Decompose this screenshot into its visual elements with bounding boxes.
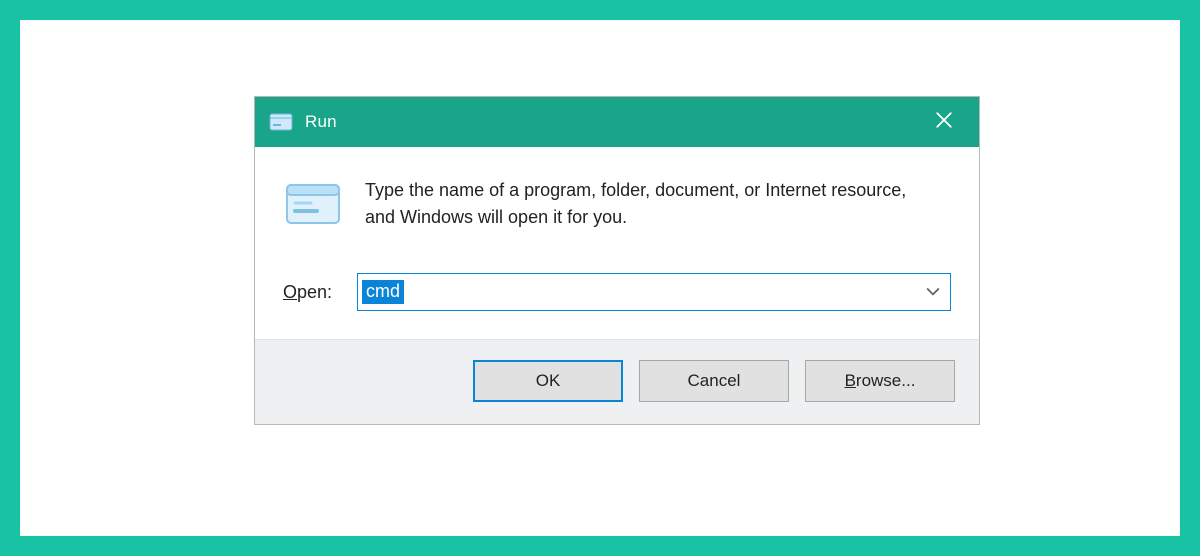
open-combobox[interactable]: cmd (357, 273, 951, 311)
run-icon (269, 111, 293, 133)
run-dialog: Run (254, 96, 980, 425)
window-title: Run (305, 112, 337, 132)
content-panel: Run (20, 20, 1180, 536)
cancel-button-label: Cancel (688, 371, 741, 391)
cancel-button[interactable]: Cancel (639, 360, 789, 402)
message-row: Type the name of a program, folder, docu… (283, 177, 951, 231)
open-input-value[interactable]: cmd (362, 280, 404, 305)
browse-button[interactable]: Browse... (805, 360, 955, 402)
combobox-dropdown-button[interactable] (916, 274, 950, 310)
close-icon (935, 111, 953, 133)
outer-frame: Run (0, 0, 1200, 556)
ok-button[interactable]: OK (473, 360, 623, 402)
dialog-description: Type the name of a program, folder, docu… (365, 177, 925, 231)
browse-button-label: Browse... (845, 371, 916, 391)
ok-button-label: OK (536, 371, 561, 391)
open-row: Open: cmd (283, 273, 951, 311)
close-button[interactable] (909, 97, 979, 147)
run-program-icon (283, 177, 343, 231)
button-bar: OK Cancel Browse... (255, 339, 979, 424)
dialog-body: Type the name of a program, folder, docu… (255, 147, 979, 339)
open-label: Open: (283, 282, 339, 303)
titlebar[interactable]: Run (255, 97, 979, 147)
chevron-down-icon (926, 284, 940, 301)
